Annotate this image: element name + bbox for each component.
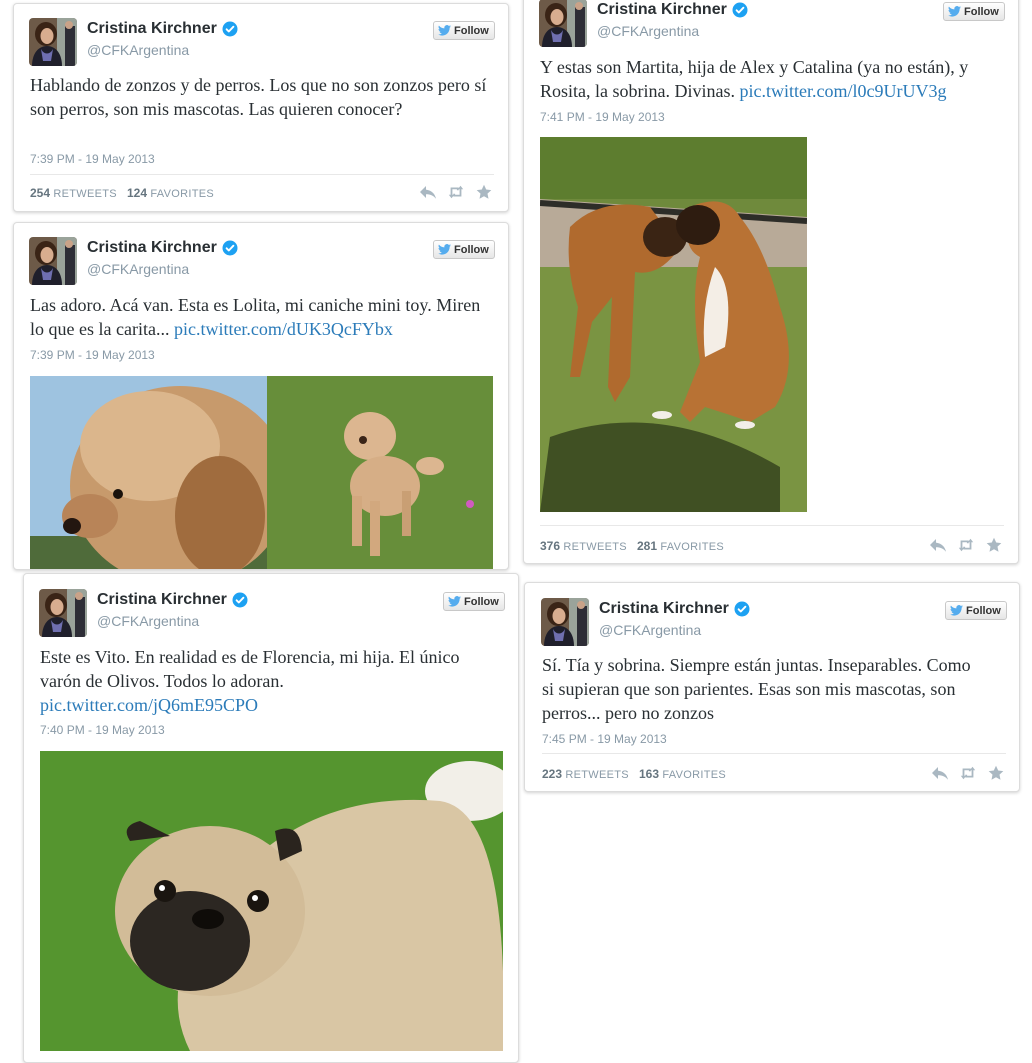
- author-row: Cristina Kirchner: [599, 600, 750, 618]
- tweet-stats: 254 RETWEETS 124 FAVORITES: [30, 186, 214, 200]
- favorite-count[interactable]: 124: [127, 186, 147, 200]
- tweet-link[interactable]: pic.twitter.com/jQ6mE95CPO: [40, 695, 258, 715]
- retweets-label: RETWEETS: [563, 541, 627, 553]
- author-name[interactable]: Cristina Kirchner: [87, 20, 217, 38]
- author-handle[interactable]: @CFKArgentina: [87, 42, 189, 58]
- divider: [30, 174, 494, 175]
- avatar[interactable]: [39, 589, 87, 637]
- tweet-link[interactable]: pic.twitter.com/l0c9UrUV3g: [739, 81, 946, 101]
- author-row: Cristina Kirchner: [87, 20, 238, 38]
- tweet-timestamp[interactable]: 7:41 PM - 19 May 2013: [540, 110, 665, 124]
- tweet-link[interactable]: pic.twitter.com/dUK3QcFYbx: [174, 319, 393, 339]
- avatar[interactable]: [29, 18, 77, 66]
- twitter-bird-icon: [448, 596, 461, 607]
- tweet-card: Cristina Kirchner @CFKArgentina Follow Y…: [523, 0, 1019, 564]
- pug-photo[interactable]: [40, 751, 503, 1051]
- tweet-body: Sí. Tía y sobrina. Siempre están juntas.…: [542, 655, 971, 723]
- avatar[interactable]: [539, 0, 587, 47]
- reply-icon[interactable]: [419, 184, 437, 200]
- verified-icon: [222, 240, 238, 256]
- follow-label: Follow: [964, 5, 999, 18]
- follow-label: Follow: [966, 604, 1001, 617]
- tweet-timestamp[interactable]: 7:40 PM - 19 May 2013: [40, 723, 165, 737]
- author-name[interactable]: Cristina Kirchner: [599, 600, 729, 618]
- follow-button[interactable]: Follow: [943, 2, 1005, 21]
- avatar[interactable]: [29, 237, 77, 285]
- tweet-actions: [929, 537, 1003, 553]
- verified-icon: [732, 2, 748, 18]
- reply-icon[interactable]: [929, 537, 947, 553]
- author-handle[interactable]: @CFKArgentina: [597, 23, 699, 39]
- tweet-actions: [931, 765, 1005, 781]
- retweets-label: RETWEETS: [53, 188, 117, 200]
- reply-icon[interactable]: [931, 765, 949, 781]
- tweet-card: Cristina Kirchner @CFKArgentina Follow S…: [524, 582, 1020, 792]
- twitter-bird-icon: [950, 605, 963, 616]
- tweet-text: Y estas son Martita, hija de Alex y Cata…: [540, 55, 1006, 103]
- favorite-icon[interactable]: [987, 765, 1005, 781]
- tweet-card: Cristina Kirchner @CFKArgentina Follow E…: [23, 573, 519, 1063]
- divider: [540, 525, 1004, 526]
- retweet-icon[interactable]: [959, 765, 977, 781]
- retweet-icon[interactable]: [447, 184, 465, 200]
- author-row: Cristina Kirchner: [97, 591, 248, 609]
- favorite-count[interactable]: 281: [637, 539, 657, 553]
- avatar[interactable]: [541, 598, 589, 646]
- tweet-stats: 376 RETWEETS 281 FAVORITES: [540, 539, 724, 553]
- retweet-count[interactable]: 223: [542, 767, 562, 781]
- twitter-bird-icon: [438, 25, 451, 36]
- tweet-timestamp[interactable]: 7:45 PM - 19 May 2013: [542, 732, 667, 746]
- tweet-body: Hablando de zonzos y de perros. Los que …: [30, 75, 487, 119]
- favorites-label: FAVORITES: [660, 541, 724, 553]
- tweet-text: Las adoro. Acá van. Esta es Lolita, mi c…: [30, 293, 496, 341]
- verified-icon: [734, 601, 750, 617]
- twitter-bird-icon: [948, 6, 961, 17]
- author-handle[interactable]: @CFKArgentina: [87, 261, 189, 277]
- boxer-dogs-photo[interactable]: [540, 137, 807, 512]
- favorite-icon[interactable]: [475, 184, 493, 200]
- poodle-photos[interactable]: [30, 376, 493, 569]
- author-handle[interactable]: @CFKArgentina: [97, 613, 199, 629]
- follow-button[interactable]: Follow: [945, 601, 1007, 620]
- tweet-card: Cristina Kirchner @CFKArgentina Follow H…: [13, 3, 509, 212]
- divider: [542, 753, 1006, 754]
- follow-button[interactable]: Follow: [443, 592, 505, 611]
- retweets-label: RETWEETS: [565, 769, 629, 781]
- tweet-card: Cristina Kirchner @CFKArgentina Follow L…: [13, 222, 509, 570]
- tweet-body: Este es Vito. En realidad es de Florenci…: [40, 647, 460, 691]
- favorite-icon[interactable]: [985, 537, 1003, 553]
- retweet-icon[interactable]: [957, 537, 975, 553]
- author-name[interactable]: Cristina Kirchner: [97, 591, 227, 609]
- tweet-actions: [419, 184, 493, 200]
- retweet-count[interactable]: 254: [30, 186, 50, 200]
- follow-label: Follow: [464, 595, 499, 608]
- tweet-text: Sí. Tía y sobrina. Siempre están juntas.…: [542, 653, 982, 725]
- tweet-text: Hablando de zonzos y de perros. Los que …: [30, 73, 492, 121]
- tweet-timestamp[interactable]: 7:39 PM - 19 May 2013: [30, 152, 155, 166]
- favorites-label: FAVORITES: [150, 188, 214, 200]
- favorite-count[interactable]: 163: [639, 767, 659, 781]
- twitter-bird-icon: [438, 244, 451, 255]
- favorites-label: FAVORITES: [662, 769, 726, 781]
- follow-label: Follow: [454, 243, 489, 256]
- tweet-text: Este es Vito. En realidad es de Florenci…: [40, 645, 502, 717]
- verified-icon: [222, 21, 238, 37]
- author-row: Cristina Kirchner: [597, 1, 748, 19]
- follow-button[interactable]: Follow: [433, 240, 495, 259]
- verified-icon: [232, 592, 248, 608]
- author-name[interactable]: Cristina Kirchner: [87, 239, 217, 257]
- follow-button[interactable]: Follow: [433, 21, 495, 40]
- retweet-count[interactable]: 376: [540, 539, 560, 553]
- follow-label: Follow: [454, 24, 489, 37]
- author-name[interactable]: Cristina Kirchner: [597, 1, 727, 19]
- tweet-stats: 223 RETWEETS 163 FAVORITES: [542, 767, 726, 781]
- author-row: Cristina Kirchner: [87, 239, 238, 257]
- author-handle[interactable]: @CFKArgentina: [599, 622, 701, 638]
- tweet-timestamp[interactable]: 7:39 PM - 19 May 2013: [30, 348, 155, 362]
